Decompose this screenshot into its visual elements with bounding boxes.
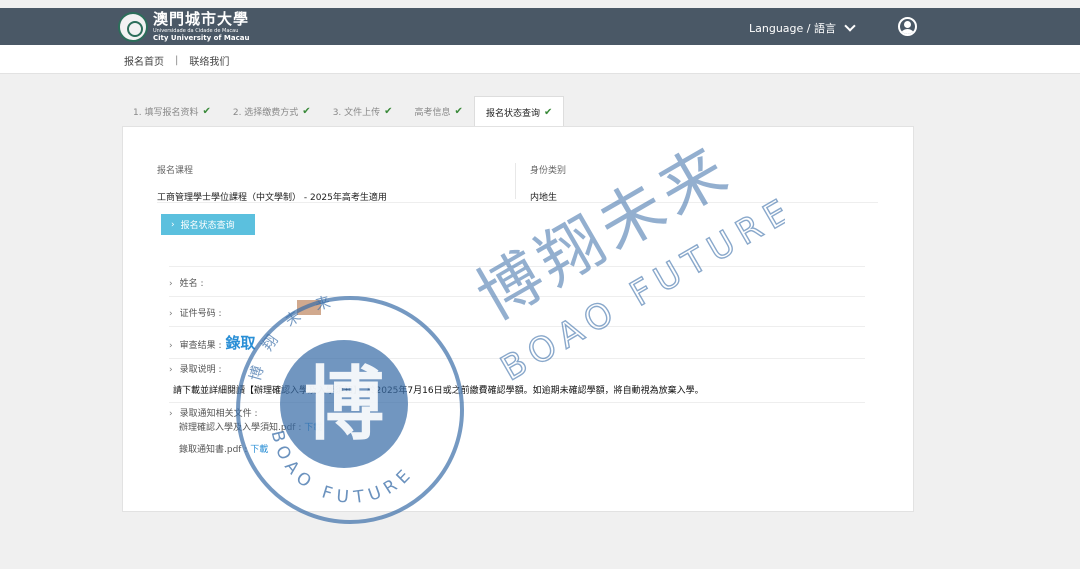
step-tabs: 1. 填写报名资料 ✔ 2. 选择缴费方式 ✔ 3. 文件上传 ✔ 高考信息 ✔ 报名状… — [122, 96, 565, 127]
redaction-mark — [297, 300, 321, 315]
program-label: 报名课程 — [157, 166, 194, 176]
result-value: 錄取 — [225, 334, 256, 352]
checkmark-icon: ✔ — [202, 105, 211, 117]
checkmark-icon: ✔ — [384, 105, 393, 117]
identity-label: 身份类别 — [530, 166, 567, 176]
logo-english-name: City University of Macau — [153, 34, 250, 42]
status-panel: 报名课程 工商管理學士學位課程（中文學制） - 2025年高考生適用 身份类别 … — [122, 126, 914, 512]
detail-row-result: › 审查结果 : 錄取 — [169, 326, 865, 359]
download-link[interactable]: 下載 — [304, 423, 322, 433]
chevron-right-icon: › — [169, 365, 173, 375]
language-selector[interactable]: Language / 語言 — [749, 20, 856, 36]
language-label: Language / 語言 — [749, 22, 836, 35]
checkmark-icon: ✔ — [454, 105, 463, 117]
download-link[interactable]: 下載 — [250, 445, 268, 455]
detail-row-id: › 证件号码 : — [169, 296, 865, 326]
nav-link-home[interactable]: 报名首页 — [124, 53, 164, 68]
top-header: 澳門城市大學 Universidade da Cidade de Macau C… — [0, 8, 1080, 45]
detail-row-name: › 姓名 : — [169, 266, 865, 296]
sub-navigation: 报名首页 | 联络我们 — [0, 45, 1080, 74]
file-item: 錄取通知書.pdf : 下載 — [179, 445, 269, 455]
checkmark-icon: ✔ — [543, 106, 553, 118]
status-query-button[interactable]: › 报名状态查询 — [161, 214, 255, 235]
chevron-right-icon: › — [169, 279, 173, 289]
university-seal-icon — [118, 12, 148, 42]
detail-row-notes: › 录取说明 : — [169, 358, 865, 383]
tab-file-upload[interactable]: 3. 文件上传 ✔ — [322, 96, 404, 126]
chevron-right-icon: › — [171, 219, 175, 230]
university-logo[interactable]: 澳門城市大學 Universidade da Cidade de Macau C… — [118, 10, 249, 44]
identity-value: 内地生 — [530, 193, 558, 203]
nav-link-contact[interactable]: 联络我们 — [189, 53, 229, 68]
chevron-right-icon: › — [169, 341, 173, 351]
logo-chinese-name: 澳門城市大學 — [153, 10, 250, 28]
checkmark-icon: ✔ — [302, 105, 311, 117]
admission-notes-text: 請下載並詳細閱讀【辦理確認入學及入學須知】，於2025年7月16日或之前繳費確認… — [173, 386, 704, 396]
chevron-right-icon: › — [169, 409, 173, 419]
detail-row-documents: › 录取通知相关文件 : — [169, 402, 865, 422]
tab-gaokao-info[interactable]: 高考信息 ✔ — [404, 96, 474, 126]
nav-separator: | — [175, 55, 179, 66]
tab-application-status[interactable]: 报名状态查询 ✔ — [473, 96, 565, 127]
program-value: 工商管理學士學位課程（中文學制） - 2025年高考生適用 — [157, 193, 387, 203]
application-summary: 报名课程 工商管理學士學位課程（中文學制） - 2025年高考生適用 身份类别 … — [157, 163, 878, 203]
tab-fill-info[interactable]: 1. 填写报名资料 ✔ — [122, 96, 222, 126]
file-item: 辦理確認入學及入學須知.pdf : 下載 — [179, 423, 323, 433]
chevron-right-icon: › — [169, 309, 173, 319]
user-avatar-icon[interactable] — [898, 17, 917, 36]
chevron-down-icon — [844, 20, 856, 32]
tab-payment-method[interactable]: 2. 选择缴费方式 ✔ — [222, 96, 322, 126]
